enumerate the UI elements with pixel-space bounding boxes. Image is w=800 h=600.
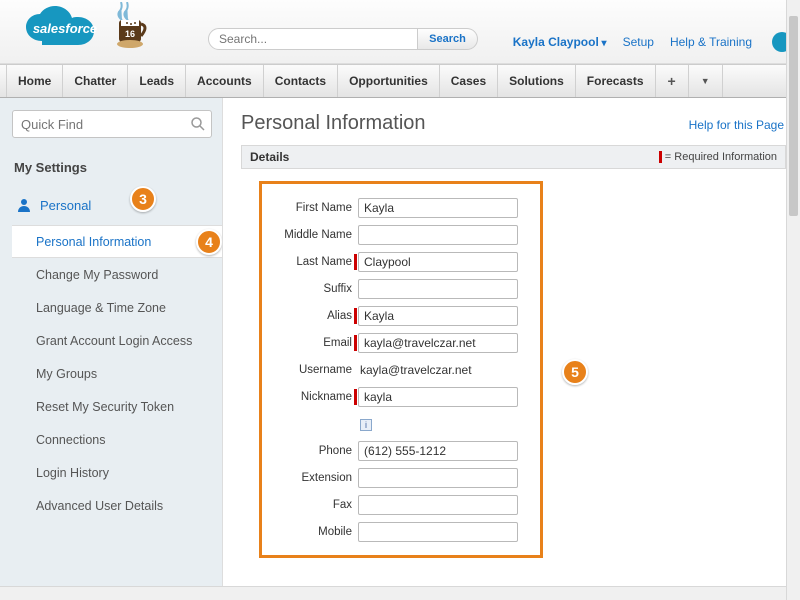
- tab-contacts[interactable]: Contacts: [264, 65, 338, 97]
- sub-login-history[interactable]: Login History: [12, 456, 222, 489]
- tab-solutions[interactable]: Solutions: [498, 65, 576, 97]
- input-extension[interactable]: [358, 468, 518, 488]
- sidebar-sub-label: Connections: [36, 433, 106, 447]
- tab-home[interactable]: Home: [6, 65, 63, 97]
- help-training-link[interactable]: Help & Training: [670, 35, 752, 49]
- tab-menu-icon[interactable]: ▼: [689, 65, 723, 97]
- horizontal-scrollbar[interactable]: [0, 586, 786, 600]
- label-middle-name: Middle Name: [262, 229, 358, 241]
- svg-text:16: 16: [125, 29, 135, 39]
- tab-leads[interactable]: Leads: [128, 65, 186, 97]
- main-nav: Home Chatter Leads Accounts Contacts Opp…: [0, 64, 800, 98]
- sub-connections[interactable]: Connections: [12, 423, 222, 456]
- input-last-name[interactable]: [358, 252, 518, 272]
- person-icon: [16, 197, 32, 213]
- scrollbar-thumb[interactable]: [789, 16, 798, 216]
- info-icon[interactable]: i: [360, 419, 372, 431]
- label-nickname: Nickname: [262, 391, 358, 403]
- input-middle-name[interactable]: [358, 225, 518, 245]
- label-mobile: Mobile: [262, 526, 358, 538]
- input-alias[interactable]: [358, 306, 518, 326]
- label-extension: Extension: [262, 472, 358, 484]
- tab-cases[interactable]: Cases: [440, 65, 498, 97]
- input-phone[interactable]: [358, 441, 518, 461]
- input-mobile[interactable]: [358, 522, 518, 542]
- sidebar-sub-label: Personal Information: [36, 235, 151, 249]
- logo-text: salesforce: [22, 21, 108, 36]
- search-icon: [190, 116, 206, 132]
- tab-accounts[interactable]: Accounts: [186, 65, 264, 97]
- value-username: kayla@travelczar.net: [358, 363, 472, 377]
- input-email[interactable]: [358, 333, 518, 353]
- callout-badge-5: 5: [562, 359, 588, 385]
- label-username: Username: [262, 364, 358, 376]
- callout-badge-3: 3: [130, 186, 156, 212]
- top-links: Kayla Claypool Setup Help & Training: [513, 32, 792, 52]
- input-suffix[interactable]: [358, 279, 518, 299]
- salesforce-logo: salesforce: [22, 5, 108, 56]
- sub-language-timezone[interactable]: Language & Time Zone: [12, 291, 222, 324]
- settings-heading: My Settings: [14, 160, 222, 175]
- label-fax: Fax: [262, 499, 358, 511]
- input-first-name[interactable]: [358, 198, 518, 218]
- sub-advanced-user-details[interactable]: Advanced User Details: [12, 489, 222, 522]
- label-first-name: First Name: [262, 202, 358, 214]
- input-nickname[interactable]: [358, 387, 518, 407]
- personal-info-form: First Name Middle Name Last Name Suffix …: [259, 181, 543, 558]
- quick-find-input[interactable]: [12, 110, 212, 138]
- tab-opportunities[interactable]: Opportunities: [338, 65, 440, 97]
- global-search: Search: [208, 28, 478, 50]
- sidebar-sub-label: Grant Account Login Access: [36, 334, 192, 348]
- label-last-name: Last Name: [262, 256, 358, 268]
- sidebar-sub-label: Advanced User Details: [36, 499, 163, 513]
- sub-personal-information[interactable]: Personal Information 4: [12, 225, 222, 258]
- label-suffix: Suffix: [262, 283, 358, 295]
- sidebar-item-label: Personal: [40, 198, 91, 213]
- label-alias: Alias: [262, 310, 358, 322]
- sub-reset-security-token[interactable]: Reset My Security Token: [12, 390, 222, 423]
- sub-change-password[interactable]: Change My Password: [12, 258, 222, 291]
- search-input[interactable]: [208, 28, 418, 50]
- setup-link[interactable]: Setup: [623, 35, 654, 49]
- cloud-icon: salesforce: [22, 5, 108, 53]
- top-header: salesforce 16 Search Kayla Claypool Setu…: [0, 0, 800, 64]
- sidebar-sub-label: Language & Time Zone: [36, 301, 166, 315]
- callout-badge-4: 4: [196, 229, 222, 255]
- mug-icon: 16: [115, 2, 151, 53]
- input-fax[interactable]: [358, 495, 518, 515]
- user-menu[interactable]: Kayla Claypool: [513, 35, 607, 49]
- sub-grant-login-access[interactable]: Grant Account Login Access: [12, 324, 222, 357]
- help-for-page-link[interactable]: Help for this Page: [689, 118, 784, 132]
- quick-find: [12, 110, 212, 138]
- sub-my-groups[interactable]: My Groups: [12, 357, 222, 390]
- required-bar-icon: [659, 151, 662, 163]
- sidebar-sub-label: My Groups: [36, 367, 97, 381]
- search-button[interactable]: Search: [418, 28, 478, 50]
- content-pane: Personal Information Help for this Page …: [222, 98, 800, 600]
- details-label: Details: [250, 150, 289, 164]
- required-legend: = Required Information: [659, 151, 777, 163]
- tab-forecasts[interactable]: Forecasts: [576, 65, 656, 97]
- sidebar-sub-label: Reset My Security Token: [36, 400, 174, 414]
- personal-submenu: Personal Information 4 Change My Passwor…: [12, 225, 222, 522]
- sidebar-sub-label: Change My Password: [36, 268, 158, 282]
- label-email: Email: [262, 337, 358, 349]
- vertical-scrollbar[interactable]: [786, 0, 800, 600]
- main-area: My Settings Personal 3 Personal Informat…: [0, 98, 800, 600]
- sidebar-sub-label: Login History: [36, 466, 109, 480]
- tab-add-icon[interactable]: +: [656, 65, 689, 97]
- details-bar: Details = Required Information: [241, 145, 786, 169]
- sidebar: My Settings Personal 3 Personal Informat…: [0, 98, 222, 600]
- sidebar-item-personal[interactable]: Personal 3: [12, 189, 222, 221]
- tab-chatter[interactable]: Chatter: [63, 65, 128, 97]
- label-phone: Phone: [262, 445, 358, 457]
